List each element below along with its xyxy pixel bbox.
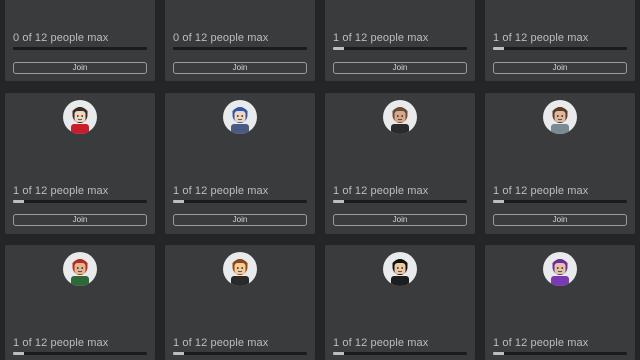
capacity-bar xyxy=(13,200,147,203)
capacity-bar-fill xyxy=(333,47,345,50)
player-avatar[interactable] xyxy=(543,252,577,286)
player-avatar[interactable] xyxy=(543,100,577,134)
avatar-black-hair-icon xyxy=(391,259,409,286)
player-count-label: 1 of 12 people max xyxy=(173,185,269,197)
avatar-purple-hat-icon xyxy=(551,259,569,286)
capacity-bar xyxy=(333,352,467,355)
capacity-bar xyxy=(173,352,307,355)
server-card: 1 of 12 people max xyxy=(325,245,475,360)
capacity-bar xyxy=(493,352,627,355)
avatar-long-brown-hair-icon xyxy=(391,107,409,134)
capacity-bar xyxy=(13,352,147,355)
join-button[interactable]: Join xyxy=(333,62,467,74)
player-count-label: 1 of 12 people max xyxy=(333,185,429,197)
server-card: 1 of 12 people max Join xyxy=(5,93,155,234)
capacity-bar xyxy=(493,200,627,203)
avatar-blue-cap-icon xyxy=(231,107,249,134)
player-avatar[interactable] xyxy=(383,252,417,286)
player-avatar[interactable] xyxy=(63,100,97,134)
server-card: 1 of 12 people max Join xyxy=(485,0,635,81)
player-count-label: 1 of 12 people max xyxy=(333,32,429,44)
server-card: 1 of 12 people max xyxy=(485,245,635,360)
capacity-bar-fill xyxy=(493,47,505,50)
avatar-red-outfit-icon xyxy=(71,107,89,134)
server-card: 1 of 12 people max Join xyxy=(165,93,315,234)
capacity-bar xyxy=(173,47,307,50)
capacity-bar xyxy=(333,47,467,50)
player-avatar[interactable] xyxy=(223,100,257,134)
server-card: 1 of 12 people max Join xyxy=(325,93,475,234)
avatar-brown-hair-icon xyxy=(551,107,569,134)
player-count-label: 1 of 12 people max xyxy=(493,185,589,197)
join-button[interactable]: Join xyxy=(13,214,147,226)
capacity-bar-fill xyxy=(333,200,345,203)
capacity-bar xyxy=(173,200,307,203)
server-card: 0 of 12 people max Join xyxy=(5,0,155,81)
capacity-bar-fill xyxy=(333,352,345,355)
server-card: 1 of 12 people max xyxy=(165,245,315,360)
capacity-bar xyxy=(493,47,627,50)
capacity-bar-fill xyxy=(493,352,505,355)
player-count-label: 0 of 12 people max xyxy=(13,32,109,44)
join-button[interactable]: Join xyxy=(173,62,307,74)
join-button[interactable]: Join xyxy=(493,62,627,74)
player-count-label: 1 of 12 people max xyxy=(13,185,109,197)
player-count-label: 1 of 12 people max xyxy=(493,337,589,349)
player-count-label: 1 of 12 people max xyxy=(333,337,429,349)
player-avatar[interactable] xyxy=(223,252,257,286)
capacity-bar-fill xyxy=(493,200,505,203)
player-count-label: 1 of 12 people max xyxy=(13,337,109,349)
capacity-bar-fill xyxy=(173,200,185,203)
capacity-bar-fill xyxy=(13,200,25,203)
avatar-classic-brown-hair-icon xyxy=(231,259,249,286)
join-button[interactable]: Join xyxy=(13,62,147,74)
server-card: 1 of 12 people max Join xyxy=(325,0,475,81)
server-card: 0 of 12 people max Join xyxy=(165,0,315,81)
join-button[interactable]: Join xyxy=(173,214,307,226)
player-count-label: 1 of 12 people max xyxy=(173,337,269,349)
player-avatar[interactable] xyxy=(383,100,417,134)
capacity-bar-fill xyxy=(13,352,25,355)
join-button[interactable]: Join xyxy=(493,214,627,226)
player-avatar[interactable] xyxy=(63,252,97,286)
server-card: 1 of 12 people max xyxy=(5,245,155,360)
player-count-label: 0 of 12 people max xyxy=(173,32,269,44)
server-card: 1 of 12 people max Join xyxy=(485,93,635,234)
player-count-label: 1 of 12 people max xyxy=(493,32,589,44)
capacity-bar xyxy=(13,47,147,50)
join-button[interactable]: Join xyxy=(333,214,467,226)
avatar-red-hair-icon xyxy=(71,259,89,286)
capacity-bar-fill xyxy=(173,352,185,355)
capacity-bar xyxy=(333,200,467,203)
